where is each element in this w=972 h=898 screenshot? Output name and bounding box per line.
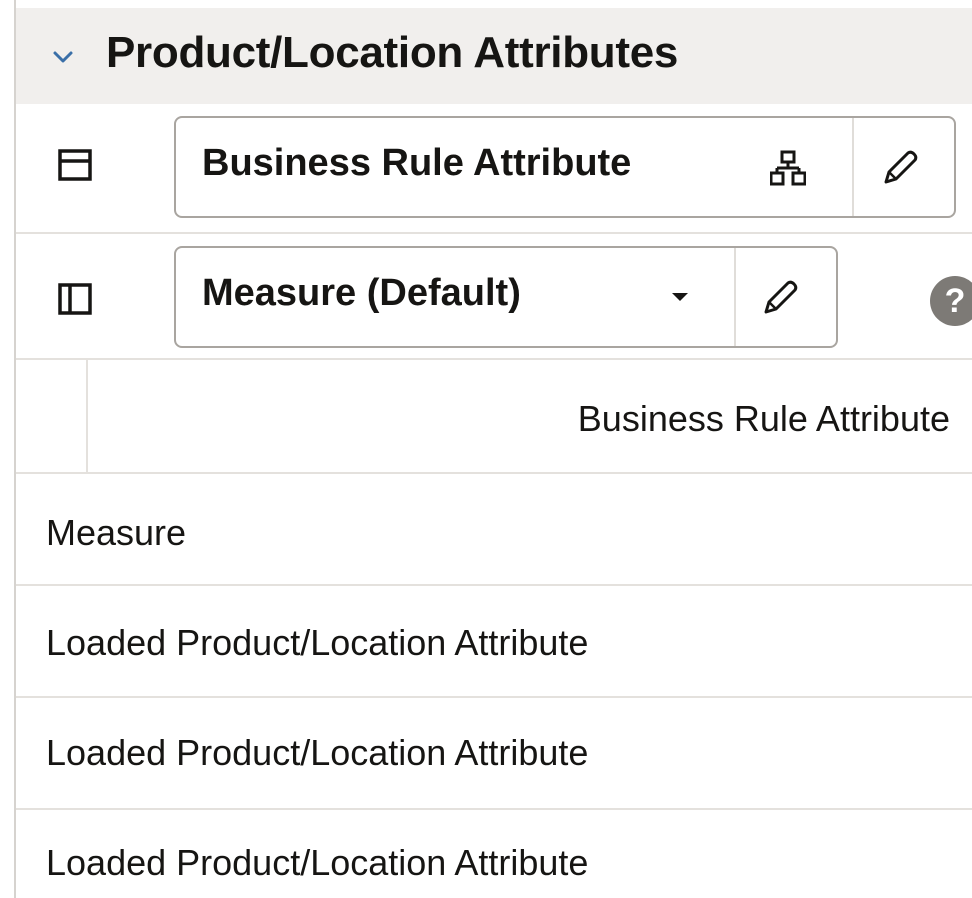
table-row-divider [16, 808, 972, 810]
toolbar-separator [16, 232, 972, 234]
control-divider [852, 118, 854, 216]
panel-title: Product/Location Attributes [106, 28, 679, 77]
layout-rows-icon[interactable] [58, 148, 92, 182]
table-row: Loaded Product/Location Attribute [46, 622, 589, 663]
table-row-divider [16, 584, 972, 586]
pencil-icon[interactable] [880, 148, 920, 188]
caret-down-icon[interactable] [670, 290, 690, 304]
pencil-icon[interactable] [760, 278, 800, 318]
table-row-divider [16, 696, 972, 698]
row-attribute-selector[interactable]: Business Rule Attribute [174, 116, 956, 218]
row-attribute-label: Business Rule Attribute [202, 142, 632, 184]
product-location-attributes-panel: Product/Location Attributes Business Rul… [0, 0, 972, 898]
column-header-divider [86, 360, 88, 472]
column-header-business-rule-attribute[interactable]: Business Rule Attribute [578, 398, 950, 440]
table-row: Loaded Product/Location Attribute [46, 842, 589, 883]
table-row: Loaded Product/Location Attribute [46, 732, 589, 773]
chevron-down-icon[interactable] [52, 46, 74, 68]
hierarchy-icon[interactable] [770, 150, 806, 186]
measure-selector[interactable]: Measure (Default) [174, 246, 838, 348]
help-icon[interactable]: ? [930, 276, 972, 326]
measure-selector-label: Measure (Default) [202, 272, 521, 314]
table-row-divider [16, 472, 972, 474]
table-row: Measure [46, 512, 187, 553]
control-divider [734, 248, 736, 346]
layout-columns-icon[interactable] [58, 282, 92, 316]
